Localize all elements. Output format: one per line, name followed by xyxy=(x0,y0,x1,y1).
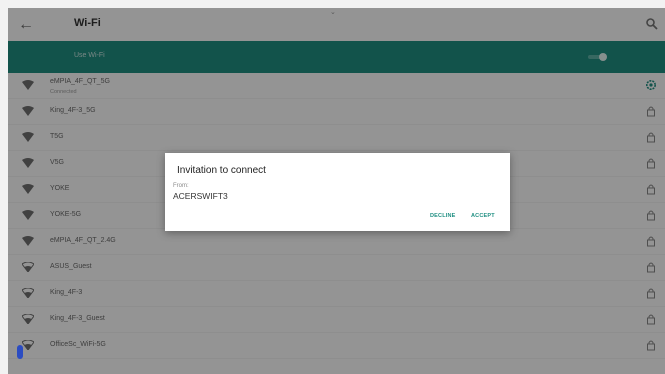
dialog-title: Invitation to connect xyxy=(177,165,266,176)
dialog-device-name: ACERSWIFT3 xyxy=(173,191,228,201)
dialog-from-label: From: xyxy=(173,183,189,189)
invitation-dialog: Invitation to connect From: ACERSWIFT3 D… xyxy=(165,153,510,231)
decline-button[interactable]: DECLINE xyxy=(430,213,456,219)
accept-button[interactable]: ACCEPT xyxy=(471,213,495,219)
edge-handle[interactable] xyxy=(17,345,23,359)
